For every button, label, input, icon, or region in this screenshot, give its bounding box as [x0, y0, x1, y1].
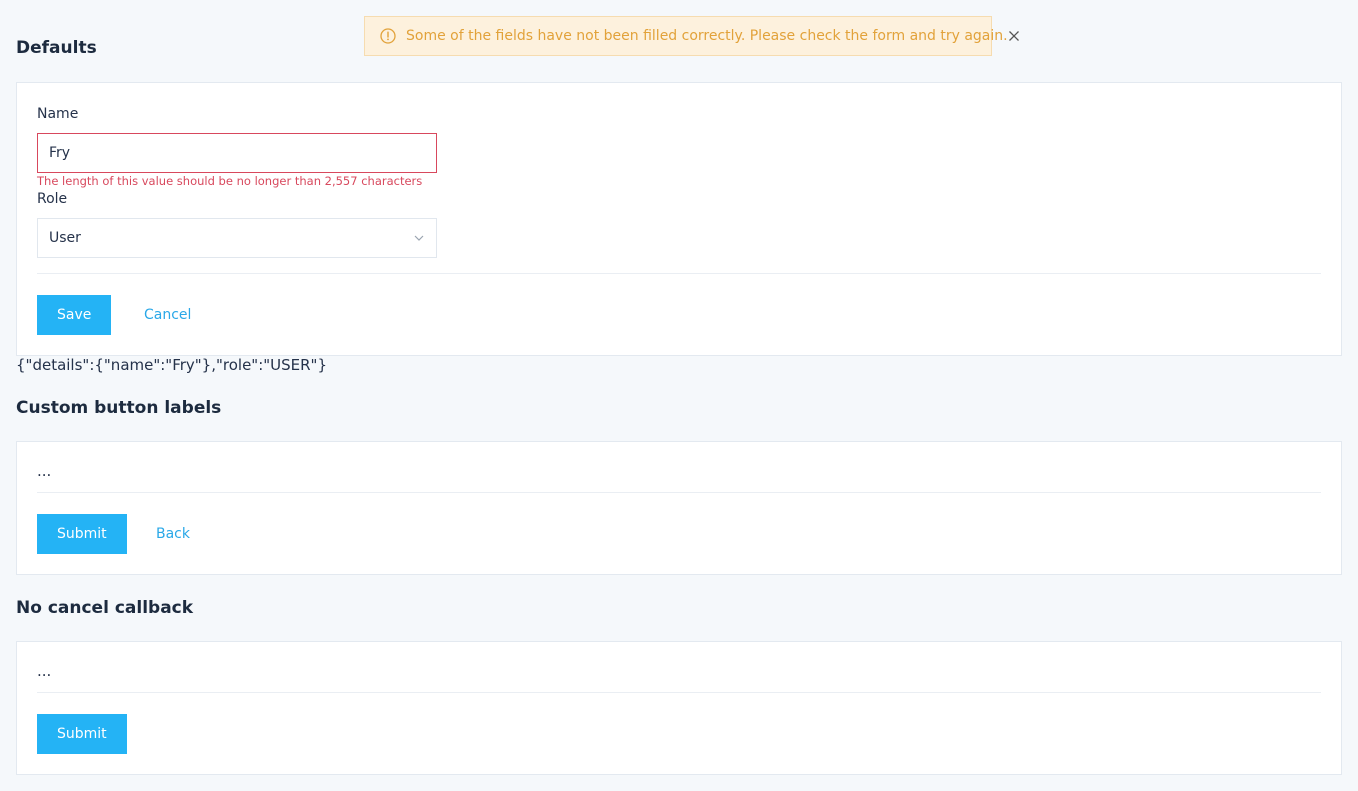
back-button[interactable]: Back [148, 514, 198, 554]
no-cancel-panel: ... Submit [16, 641, 1342, 775]
section-title-custom-labels: Custom button labels [16, 398, 222, 418]
custom-labels-panel: ... Submit Back [16, 441, 1342, 575]
form-divider [37, 492, 1321, 493]
name-input[interactable]: Fry [37, 133, 437, 173]
warning-circle-icon [380, 28, 396, 44]
section-title-no-cancel: No cancel callback [16, 598, 194, 618]
name-error-message: The length of this value should be no lo… [37, 174, 423, 188]
name-label: Name [37, 106, 79, 122]
name-input-value: Fry [49, 145, 71, 161]
submit-button[interactable]: Submit [37, 514, 127, 554]
form-divider [37, 273, 1321, 274]
role-select-value: User [49, 230, 81, 246]
close-icon[interactable] [1008, 30, 1020, 42]
chevron-down-icon [413, 232, 425, 244]
form-content-placeholder: ... [37, 462, 52, 480]
error-alert: Some of the fields have not been filled … [364, 16, 1019, 56]
cancel-button[interactable]: Cancel [136, 295, 199, 335]
role-select[interactable]: User [37, 218, 437, 258]
defaults-form-panel: Name Fry The length of this value should… [16, 82, 1342, 356]
form-divider [37, 692, 1321, 693]
save-button[interactable]: Save [37, 295, 112, 335]
form-json-output: {"details":{"name":"Fry"},"role":"USER"} [16, 356, 328, 374]
role-label: Role [37, 191, 68, 207]
alert-message: Some of the fields have not been filled … [406, 28, 1008, 44]
form-content-placeholder: ... [37, 662, 52, 680]
section-title-defaults: Defaults [16, 38, 97, 58]
submit-button[interactable]: Submit [37, 714, 127, 754]
